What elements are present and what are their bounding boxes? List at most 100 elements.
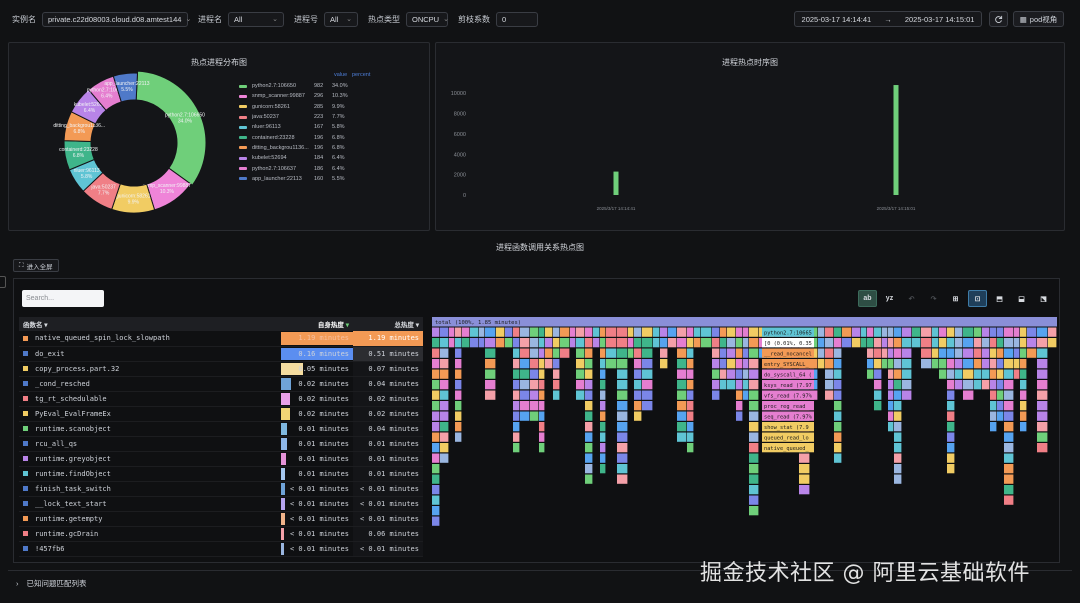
flame-frame[interactable] xyxy=(668,327,677,337)
flame-frame[interactable] xyxy=(902,359,912,369)
flame-frame[interactable] xyxy=(687,369,694,379)
flame-frame[interactable] xyxy=(553,380,560,390)
flame-frame[interactable] xyxy=(997,411,1004,421)
flame-frame[interactable] xyxy=(485,390,496,400)
flame-frame[interactable] xyxy=(485,380,496,390)
flame-frame[interactable] xyxy=(513,369,520,379)
flame-frame[interactable] xyxy=(432,506,440,516)
flame-frame[interactable] xyxy=(432,474,440,484)
flame-frame[interactable] xyxy=(874,348,882,358)
flame-frame[interactable] xyxy=(530,411,539,421)
flame-frame[interactable] xyxy=(1004,453,1014,463)
flame-frame[interactable] xyxy=(874,327,882,337)
flame-frame[interactable] xyxy=(888,359,894,369)
flame-frame[interactable] xyxy=(1004,485,1014,495)
flame-frame[interactable] xyxy=(963,380,974,390)
flame-frame[interactable] xyxy=(600,369,606,379)
flame-frame[interactable] xyxy=(677,327,687,337)
flame-frame[interactable] xyxy=(432,443,440,453)
flame-frame[interactable] xyxy=(668,338,677,348)
flame-frame[interactable] xyxy=(606,359,617,369)
flame-frame[interactable] xyxy=(712,380,720,390)
flame-frame[interactable] xyxy=(982,327,990,337)
flame-frame[interactable] xyxy=(570,327,576,337)
flame-frame[interactable] xyxy=(955,338,963,348)
flame-frame[interactable] xyxy=(553,369,560,379)
flame-frame[interactable] xyxy=(749,495,759,505)
flame-frame[interactable] xyxy=(539,338,545,348)
flame-frame[interactable] xyxy=(932,348,939,358)
flame-frame[interactable] xyxy=(432,411,440,421)
flame-frame[interactable] xyxy=(982,359,990,369)
flame-frame[interactable] xyxy=(600,338,606,348)
flame-frame[interactable] xyxy=(749,422,759,432)
flame-frame[interactable] xyxy=(520,380,530,390)
flame-frame[interactable] xyxy=(513,327,520,337)
flame-frame[interactable] xyxy=(825,348,834,358)
flame-frame[interactable] xyxy=(749,380,759,390)
flame-frame[interactable] xyxy=(585,369,593,379)
flame-frame[interactable] xyxy=(432,359,440,369)
flame-frame[interactable] xyxy=(894,359,902,369)
flame-frame[interactable] xyxy=(1004,464,1014,474)
flame-frame[interactable] xyxy=(1037,401,1048,411)
col-self-heat[interactable]: 自身热度 ▾ xyxy=(281,317,353,331)
flame-frame[interactable] xyxy=(440,453,449,463)
both-view-button[interactable]: ⊡ xyxy=(968,290,987,307)
flame-frame[interactable] xyxy=(834,338,842,348)
flame-frame[interactable] xyxy=(727,327,736,337)
table-row[interactable]: !457fb6 < 0.01 minutes < 0.01 minutes xyxy=(19,541,423,557)
flame-frame[interactable] xyxy=(947,338,955,348)
flame-frame[interactable] xyxy=(818,348,825,358)
flame-frame[interactable] xyxy=(455,327,462,337)
flame-frame[interactable] xyxy=(642,369,653,379)
flame-frame[interactable] xyxy=(634,401,642,411)
flame-frame[interactable] xyxy=(505,338,513,348)
flame-frame[interactable] xyxy=(539,327,545,337)
flame-frame[interactable] xyxy=(834,359,842,369)
flame-frame[interactable] xyxy=(432,495,440,505)
legend-item[interactable]: python2.7:106637 186 6.4% xyxy=(239,163,374,173)
flame-frame[interactable] xyxy=(1020,401,1027,411)
flame-frame[interactable] xyxy=(712,338,720,348)
flame-frame[interactable] xyxy=(982,338,990,348)
flame-frame[interactable] xyxy=(455,390,462,400)
flame-frame[interactable] xyxy=(882,338,888,348)
flame-frame[interactable] xyxy=(712,359,720,369)
flame-frame[interactable] xyxy=(660,327,668,337)
flame-frame[interactable] xyxy=(634,338,642,348)
flame-frame[interactable] xyxy=(894,338,902,348)
flame-frame[interactable] xyxy=(867,348,874,358)
flame-frame[interactable] xyxy=(606,327,617,337)
flame-frame[interactable] xyxy=(1037,432,1048,442)
flame-frame[interactable] xyxy=(1037,359,1048,369)
flame-frame[interactable] xyxy=(921,327,932,337)
flame-frame[interactable] xyxy=(749,443,759,453)
flame-frame[interactable] xyxy=(462,338,470,348)
flame-frame[interactable] xyxy=(513,401,520,411)
flame-frame[interactable] xyxy=(455,338,462,348)
flame-frame[interactable] xyxy=(687,348,694,358)
table-row[interactable]: runtime.scanobject 0.01 minutes 0.04 minut… xyxy=(19,421,423,437)
flame-frame[interactable] xyxy=(687,359,694,369)
flame-frame[interactable] xyxy=(1037,348,1048,358)
flame-frame[interactable] xyxy=(513,422,520,432)
flame-frame[interactable] xyxy=(749,453,759,463)
flame-view-button[interactable]: ⬒ xyxy=(990,290,1009,307)
flame-frame[interactable] xyxy=(712,369,720,379)
flame-frame[interactable] xyxy=(834,432,842,442)
flame-frame[interactable] xyxy=(888,369,894,379)
flame-frame[interactable] xyxy=(982,348,990,358)
flame-frame[interactable] xyxy=(530,401,539,411)
flame-frame[interactable] xyxy=(834,422,842,432)
table-row[interactable]: native_queued_spin_lock_slowpath 1.19 min… xyxy=(19,331,423,347)
tool-ab-button[interactable]: ab xyxy=(858,290,877,307)
flame-frame[interactable] xyxy=(939,359,947,369)
flame-frame[interactable] xyxy=(921,359,932,369)
flame-frame[interactable] xyxy=(530,359,539,369)
flame-frame[interactable] xyxy=(939,327,947,337)
refresh-button[interactable] xyxy=(989,11,1008,27)
flame-frame[interactable] xyxy=(455,380,462,390)
flame-frame[interactable] xyxy=(932,359,939,369)
flame-frame[interactable] xyxy=(539,443,545,453)
